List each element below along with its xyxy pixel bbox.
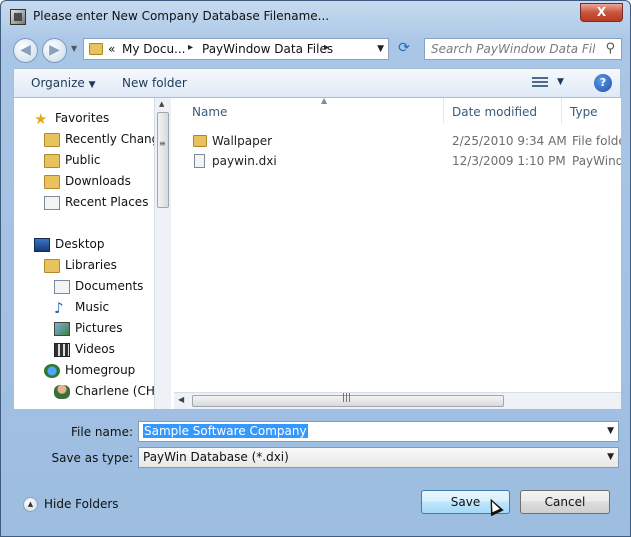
column-header-date[interactable]: Date modified [444, 98, 562, 124]
sidebar-item-label: Recent Places [65, 195, 149, 209]
grip-icon: ≡ [159, 139, 166, 148]
document-icon [194, 154, 205, 168]
chevron-down-icon[interactable]: ▼ [607, 426, 614, 436]
chevron-down-icon[interactable]: ▼ [607, 452, 614, 462]
folder-icon [89, 43, 103, 55]
file-name: Wallpaper [212, 134, 273, 148]
file-name-field[interactable]: Sample Software Company ▼ [138, 421, 619, 442]
sort-ascending-icon: ▲ [321, 98, 328, 105]
forward-arrow-icon: ▶ [49, 42, 60, 58]
sidebar-item-label: Charlene (CHA [75, 384, 164, 398]
music-note-icon: ♪ [54, 299, 64, 317]
user-icon [54, 385, 70, 399]
back-arrow-icon: ◀ [20, 42, 31, 58]
scroll-left-icon[interactable]: ◀ [178, 395, 184, 404]
save-type-value: PayWin Database (*.dxi) [143, 450, 289, 464]
app-icon [10, 9, 26, 25]
video-icon [54, 343, 70, 357]
file-list-pane: Name ▲ Date modified Type Wallpaper 2/25… [174, 98, 621, 409]
column-header-name[interactable]: Name ▲ [184, 98, 444, 124]
file-date: 2/25/2010 9:34 AM [452, 134, 567, 148]
grip-icon: ||| [342, 393, 352, 403]
sidebar-item-label: Documents [75, 279, 144, 293]
close-button[interactable]: X [580, 3, 623, 22]
sidebar-scrollbar[interactable]: ▲ ≡ [154, 98, 171, 409]
recent-places-icon [44, 196, 60, 210]
column-header-type[interactable]: Type [562, 98, 621, 124]
pictures-icon [54, 322, 70, 336]
sidebar-item-label: Videos [75, 342, 115, 356]
folder-icon [193, 135, 207, 147]
sidebar-item-label: Desktop [55, 237, 105, 251]
address-bar[interactable]: « My Docu... ▸ PayWindow Data Files ▸ ▼ [83, 38, 389, 60]
file-type: File folder [572, 134, 621, 148]
sidebar-item-label: Favorites [55, 111, 110, 125]
downloads-folder-icon [44, 175, 60, 189]
refresh-button[interactable]: ⟳ [392, 38, 416, 60]
cancel-button[interactable]: Cancel [520, 490, 610, 514]
sidebar-item-label: Homegroup [65, 363, 136, 377]
new-folder-button[interactable]: New folder [122, 76, 187, 90]
save-type-label: Save as type: [51, 451, 133, 465]
search-icon[interactable]: ⚲ [605, 41, 615, 56]
title-bar: Please enter New Company Database Filena… [1, 1, 630, 33]
scroll-up-icon[interactable]: ▲ [159, 100, 164, 108]
chevron-right-icon[interactable]: ▸ [324, 42, 329, 53]
column-header-label: Date modified [452, 105, 538, 119]
sidebar-item-label: Libraries [65, 258, 117, 272]
search-input[interactable] [425, 39, 595, 59]
refresh-icon: ⟳ [398, 40, 410, 56]
navigation-pane: ★ Favorites Recently Changed Public Down… [14, 98, 171, 409]
file-row-wallpaper[interactable]: Wallpaper 2/25/2010 9:34 AM File folder [174, 131, 621, 151]
address-dropdown-icon[interactable]: ▼ [377, 44, 384, 54]
star-icon: ★ [34, 110, 48, 128]
chevron-down-icon: ▼ [88, 80, 96, 90]
file-name: paywin.dxi [212, 154, 277, 168]
hide-folders-label: Hide Folders [44, 497, 119, 511]
folder-icon [44, 154, 60, 168]
views-dropdown-icon[interactable]: ▼ [557, 77, 564, 87]
help-icon[interactable]: ? [594, 74, 612, 92]
sidebar-item-label: Music [75, 300, 110, 314]
chevron-right-icon[interactable]: ▸ [188, 42, 193, 53]
sidebar-item-label: Pictures [75, 321, 123, 335]
file-name-value[interactable]: Sample Software Company [143, 424, 308, 438]
sidebar-item-label: Public [65, 153, 101, 167]
organize-button[interactable]: Organize ▼ [31, 76, 96, 90]
views-icon[interactable] [532, 77, 548, 89]
forward-button[interactable]: ▶ [42, 38, 67, 63]
address-overflow[interactable]: « [108, 42, 115, 56]
column-header-label: Name [192, 105, 228, 119]
column-header-label: Type [570, 105, 598, 119]
file-type: PayWindo [572, 154, 621, 168]
address-segment-paywindow-data-files[interactable]: PayWindow Data Files [202, 42, 333, 56]
organize-label: Organize [31, 76, 85, 90]
collapse-icon: ▲ [23, 497, 38, 512]
command-bar: Organize ▼ New folder ▼ ? [13, 68, 621, 98]
homegroup-icon [44, 364, 60, 378]
save-dialog-window: Please enter New Company Database Filena… [0, 0, 631, 537]
libraries-icon [44, 259, 60, 273]
recent-folder-icon [44, 133, 60, 147]
documents-icon [54, 280, 70, 294]
file-date: 12/3/2009 1:10 PM [452, 154, 566, 168]
recent-pages-dropdown[interactable]: ▼ [71, 44, 77, 53]
file-list-horizontal-scrollbar[interactable]: ◀ ||| [174, 392, 621, 409]
search-box[interactable]: ⚲ [424, 38, 622, 60]
desktop-icon [34, 238, 50, 252]
window-title: Please enter New Company Database Filena… [33, 9, 330, 23]
address-segment-my-documents[interactable]: My Docu... [122, 42, 186, 56]
sidebar-scroll-thumb[interactable] [157, 112, 169, 208]
file-name-label: File name: [71, 425, 133, 439]
sidebar-item-label: Downloads [65, 174, 131, 188]
browser-area: ★ Favorites Recently Changed Public Down… [13, 98, 621, 410]
save-type-select[interactable]: PayWin Database (*.dxi) ▼ [138, 447, 619, 468]
back-button[interactable]: ◀ [13, 38, 38, 63]
file-row-paywin[interactable]: paywin.dxi 12/3/2009 1:10 PM PayWindo [174, 151, 621, 171]
